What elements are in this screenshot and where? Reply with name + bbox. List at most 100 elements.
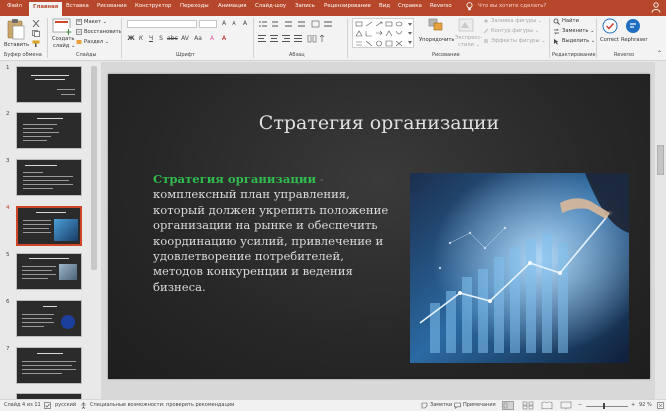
tab-reverso[interactable]: Reverso [430,3,452,9]
arrange-icon[interactable] [428,18,444,32]
slideshow-view-icon[interactable] [560,401,572,410]
tab-draw[interactable]: Рисование [97,3,127,9]
reset-button[interactable]: Восстановить [84,29,122,35]
shapes-gallery[interactable] [352,18,414,48]
tab-record[interactable]: Запись [295,3,315,9]
collapse-ribbon-icon[interactable]: ⌃ [657,50,662,57]
tab-help[interactable]: Справка [398,3,422,9]
correct-icon[interactable] [602,18,618,34]
font-name-combo[interactable] [127,20,197,28]
slide-body-highlight: Стратегия организации [153,172,317,186]
paragraph-align-icons[interactable] [258,35,338,43]
zoom-slider[interactable] [586,406,628,407]
zoom-slider-thumb[interactable] [603,403,605,409]
layout-button[interactable]: Макет ⌄ [84,19,107,25]
new-slide-button[interactable]: Создать [52,36,74,42]
lightbulb-icon[interactable] [466,2,473,11]
zoom-level[interactable]: 92 % [639,402,652,408]
decrease-font-icon[interactable]: A [230,20,238,28]
cut-icon[interactable] [32,20,40,27]
rephraser-button[interactable]: Rephraser [621,37,647,43]
shape-effects-button[interactable]: Эффекты фигуры ⌄ [491,38,546,44]
paste-button[interactable]: Вставить [4,42,29,48]
new-slide-icon[interactable] [52,18,72,36]
tab-animations[interactable]: Анимация [218,3,247,9]
change-case-icon[interactable]: Aa [194,35,202,43]
section-button[interactable]: Раздел ⌄ [84,39,109,45]
zoom-out-button[interactable]: − [578,402,582,408]
slide-thumbnail-3[interactable] [16,159,82,196]
strikethrough-icon[interactable]: abc [167,35,178,43]
format-painter-icon[interactable] [32,40,40,47]
slide-thumbnail-1[interactable] [16,66,82,103]
shape-outline-button[interactable]: Контур фигуры ⌄ [491,28,539,34]
quick-styles-icon[interactable] [458,18,474,32]
replace-button[interactable]: Заменить ⌄ [562,28,594,34]
zoom-in-button[interactable]: + [631,402,635,408]
quick-styles-button[interactable]: Экспресс- [455,35,482,41]
slide-thumbnail-7[interactable] [16,347,82,384]
thumbnail-number: 6 [6,299,10,305]
clear-formatting-icon[interactable]: A [241,20,249,28]
tab-transitions[interactable]: Переходы [180,3,209,9]
tell-me-search[interactable]: Что вы хотите сделать? [478,3,546,9]
find-button[interactable]: Найти [562,18,579,24]
tab-design[interactable]: Конструктор [135,3,171,9]
quick-styles-dropdown[interactable]: стили ⌄ [458,42,480,48]
accessibility-status[interactable]: Специальные возможности: проверить реком… [90,402,234,408]
slide-canvas[interactable]: Стратегия организации Стратегия организа… [108,74,650,379]
slide-title[interactable]: Стратегия организации [108,112,650,134]
tab-home[interactable]: Главная [29,2,63,16]
vertical-scrollbar[interactable] [655,62,666,399]
shadow-icon[interactable]: S [157,35,165,43]
select-button[interactable]: Выделить ⌄ [562,38,595,44]
shape-fill-icon [484,19,488,23]
rephraser-icon[interactable] [625,18,641,34]
layout-icon [76,19,82,25]
normal-view-icon[interactable] [502,401,514,410]
underline-icon[interactable]: Ч [147,35,155,43]
thumbnail-scrollbar[interactable] [91,66,97,270]
notes-button[interactable]: Заметки [430,402,452,408]
new-slide-dropdown[interactable]: слайд ⌄ [53,43,75,49]
slide-thumbnail-6[interactable] [16,300,82,337]
spellcheck-icon[interactable] [44,402,51,409]
slide-thumbnail-4[interactable] [16,206,82,246]
paste-icon[interactable] [6,18,26,40]
char-spacing-icon[interactable]: AV [181,35,189,43]
slide-thumbnail-2[interactable] [16,112,82,149]
tab-insert[interactable]: Вставка [66,3,89,9]
share-icon[interactable] [651,2,661,13]
group-label-font: Шрифт [176,52,195,58]
slide-thumbnail-5[interactable] [16,253,82,290]
slide-sorter-icon[interactable] [522,401,534,410]
comments-icon [454,402,461,409]
reading-view-icon[interactable] [541,401,553,410]
tab-view[interactable]: Вид [379,3,390,9]
business-strategy-image[interactable] [410,173,629,363]
arrange-button[interactable]: Упорядочить [419,37,454,43]
copy-icon[interactable] [32,30,40,37]
tab-review[interactable]: Рецензирование [324,3,371,9]
highlight-color-icon[interactable]: A [208,35,216,43]
correct-button[interactable]: Correct [600,37,619,43]
bold-icon[interactable]: Ж [127,35,135,43]
thumbnail-number: 1 [6,65,10,71]
increase-font-icon[interactable]: A [220,20,228,28]
italic-icon[interactable]: К [137,35,145,43]
slide-thumbnails-pane: 1 2 3 4 5 6 7 [0,62,101,399]
comments-button[interactable]: Примечания [463,402,496,408]
slide-body-text[interactable]: Стратегия организации - комплексный план… [153,172,393,295]
paragraph-list-icons[interactable] [258,20,338,28]
language-indicator[interactable]: русский [55,402,76,408]
font-size-combo[interactable] [199,20,217,28]
font-color-icon[interactable]: A [220,35,228,43]
fit-to-window-icon[interactable] [657,402,664,409]
vertical-scrollbar-thumb[interactable] [657,145,664,175]
tab-slideshow[interactable]: Слайд-шоу [255,3,286,9]
tab-file[interactable]: Файл [7,3,22,9]
shape-fill-button[interactable]: Заливка фигуры ⌄ [491,18,542,24]
accessibility-icon[interactable] [80,402,87,409]
slide-body-dash: - [316,172,324,186]
powerpoint-window: Файл Главная Вставка Рисование Конструкт… [0,0,666,411]
